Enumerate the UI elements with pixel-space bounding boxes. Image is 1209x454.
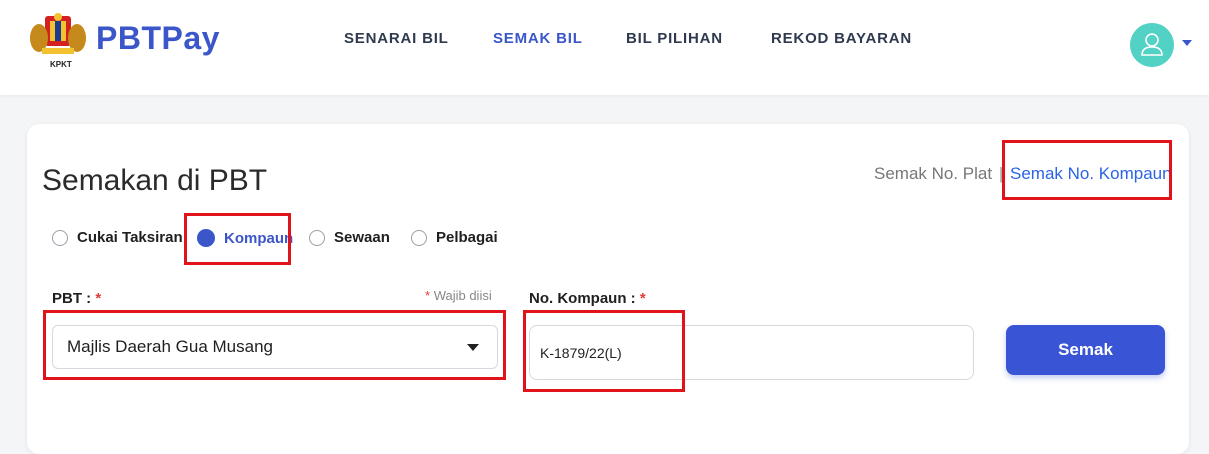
highlight-box [1002, 140, 1172, 200]
kompaun-field-label: No. Kompaun : * [529, 290, 646, 307]
top-navbar: KPKT PBTPay SENARAI BIL SEMAK BIL BIL PI… [0, 0, 1209, 95]
radio-pelbagai[interactable]: Pelbagai [411, 229, 498, 246]
highlight-box [523, 310, 685, 392]
radio-circle[interactable] [309, 229, 325, 246]
pbt-field-label: PBT : * [52, 290, 101, 307]
nav-bil-pilihan[interactable]: BIL PILIHAN [626, 30, 723, 47]
chevron-down-icon[interactable] [1182, 40, 1192, 46]
radio-circle[interactable] [411, 229, 427, 246]
logo-caption: KPKT [50, 60, 72, 69]
nav-semak-bil[interactable]: SEMAK BIL [493, 30, 583, 47]
highlight-box [43, 310, 506, 380]
radio-label: Pelbagai [436, 229, 498, 246]
required-mark: * [425, 288, 431, 303]
user-avatar[interactable] [1130, 23, 1174, 67]
radio-label: Cukai Taksiran [77, 229, 183, 246]
radio-label: Sewaan [334, 229, 390, 246]
required-mark: * [95, 290, 102, 307]
nav-senarai-bil[interactable]: SENARAI BIL [344, 30, 449, 47]
pbt-label-text: PBT : [52, 290, 92, 307]
kompaun-label-text: No. Kompaun : [529, 290, 636, 307]
required-note: * Wajib diisi [425, 288, 492, 303]
user-icon [1141, 33, 1163, 56]
radio-cukai-taksiran[interactable]: Cukai Taksiran [52, 229, 183, 246]
radio-circle[interactable] [52, 229, 68, 246]
required-note-text: Wajib diisi [433, 288, 492, 303]
page-title: Semakan di PBT [42, 164, 268, 197]
semak-no-plat-link[interactable]: Semak No. Plat [874, 164, 992, 183]
nav-rekod-bayaran[interactable]: REKOD BAYARAN [771, 30, 912, 47]
radio-sewaan[interactable]: Sewaan [309, 229, 390, 246]
brand-name[interactable]: PBTPay [96, 20, 220, 57]
required-mark: * [639, 290, 646, 307]
highlight-box [184, 213, 291, 265]
kpkt-logo[interactable]: KPKT [28, 12, 88, 74]
semak-button[interactable]: Semak [1006, 325, 1165, 375]
